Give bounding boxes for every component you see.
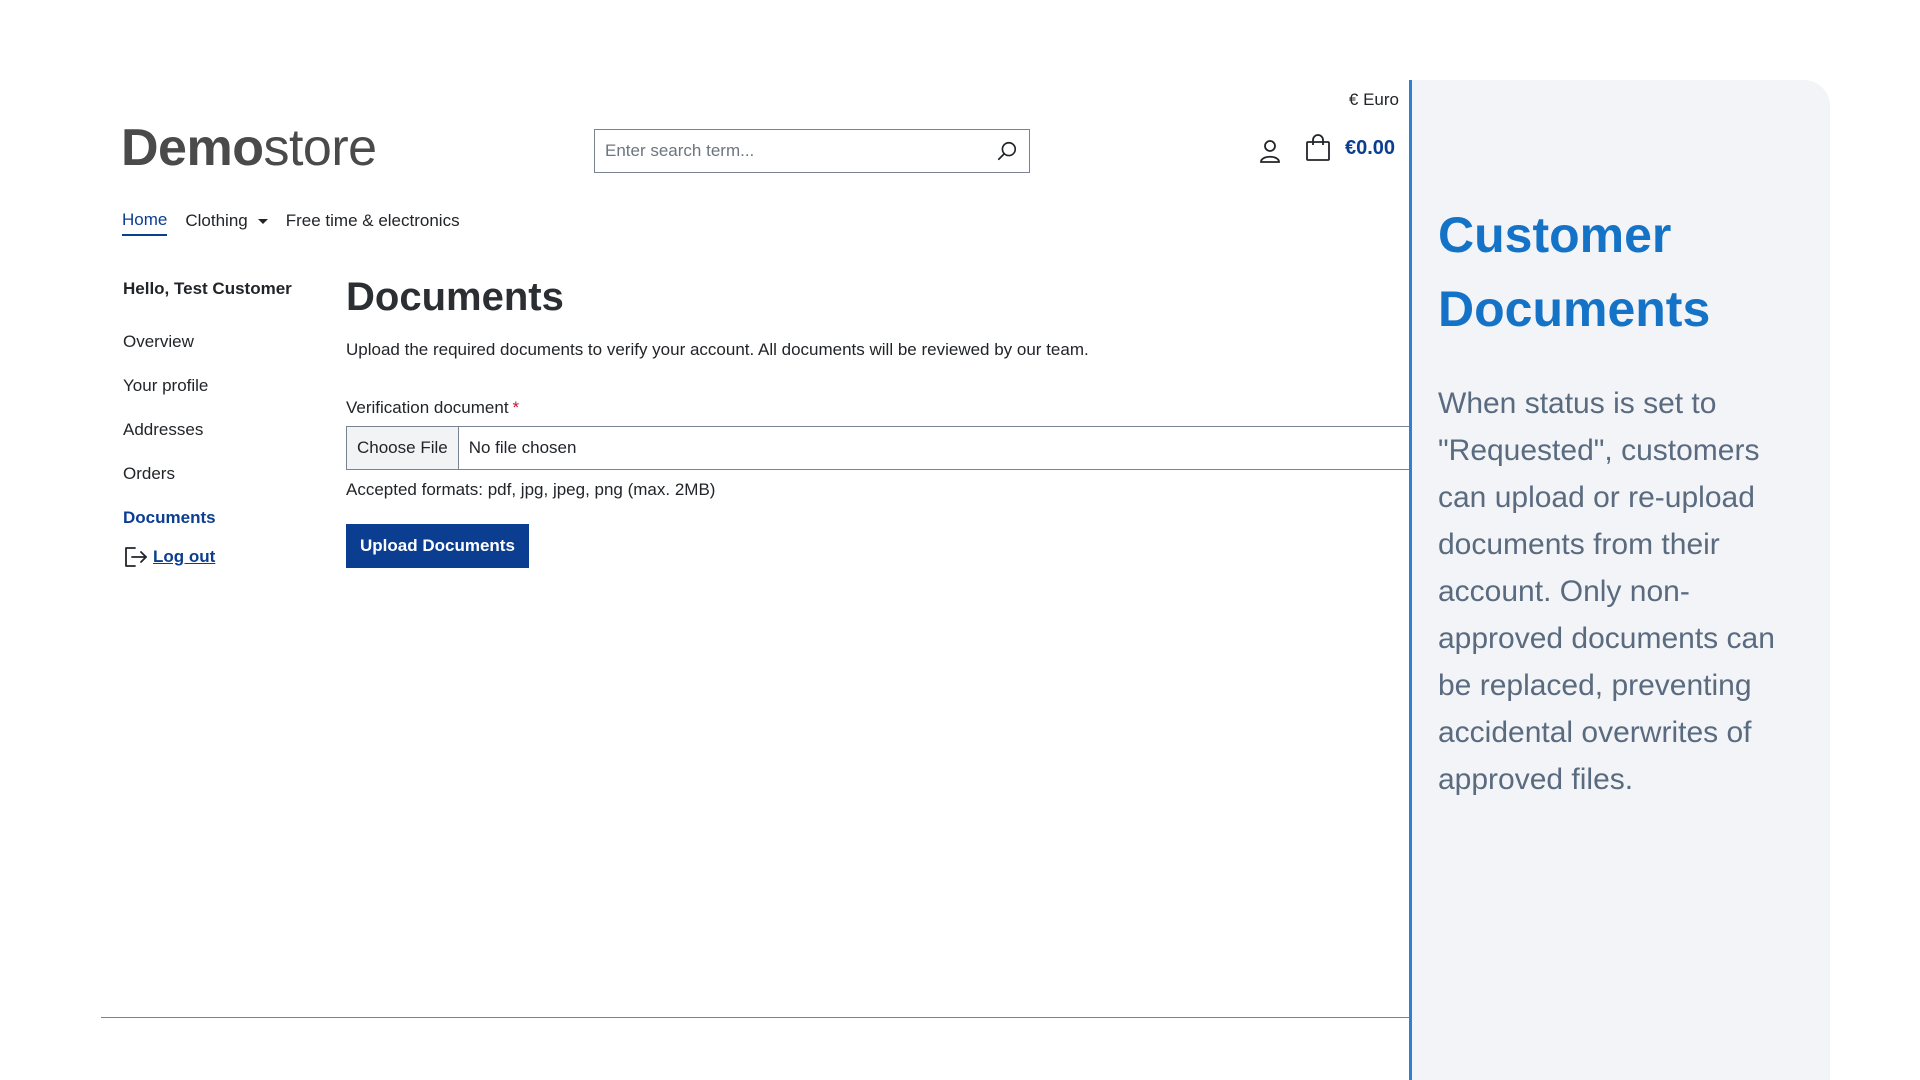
sidebar-item-addresses[interactable]: Addresses [123, 408, 303, 452]
nav-home[interactable]: Home [122, 210, 168, 236]
file-chosen-status: No file chosen [468, 438, 577, 457]
search-button[interactable] [985, 130, 1029, 172]
sidebar-item-overview[interactable]: Overview [123, 320, 303, 364]
page-intro: Upload the required documents to verify … [346, 340, 1089, 359]
sidebar-item-orders[interactable]: Orders [123, 452, 303, 496]
storefront: € Euro Demostore €0.00 Home Clothing Fre… [0, 0, 1411, 1080]
nav-clothing-label: Clothing [185, 211, 248, 230]
upload-documents-button[interactable]: Upload Documents [346, 524, 529, 568]
account-button[interactable] [1256, 137, 1284, 165]
caret-down-icon [257, 219, 268, 225]
currency-switcher[interactable]: € Euro [1349, 90, 1399, 110]
nav-free-time-electronics[interactable]: Free time & electronics [286, 211, 460, 235]
callout-title-line-2: Documents [1438, 281, 1711, 337]
accepted-formats-hint: Accepted formats: pdf, jpg, jpeg, png (m… [346, 480, 716, 499]
store-logo[interactable]: Demostore [121, 118, 377, 178]
logo-bold-text: Demo [121, 119, 264, 177]
choose-file-button[interactable]: Choose File [347, 427, 459, 469]
main-navigation: Home Clothing Free time & electronics [122, 210, 478, 236]
verification-document-label: Verification document * [346, 398, 1411, 418]
required-mark: * [512, 398, 520, 417]
logo-light-text: store [263, 119, 377, 177]
logout-link[interactable]: Log out [123, 540, 303, 574]
cart-total: €0.00 [1345, 136, 1396, 159]
search-bar [594, 129, 1030, 173]
documents-content: Documents Upload the required documents … [346, 272, 1411, 568]
logout-label: Log out [153, 547, 216, 566]
footer-divider [101, 1017, 1411, 1018]
account-greeting: Hello, Test Customer [123, 279, 292, 298]
search-input[interactable] [595, 130, 985, 172]
logout-icon [125, 547, 147, 567]
cart-button[interactable]: €0.00 [1305, 134, 1395, 162]
file-input[interactable]: Choose File No file chosen [346, 426, 1411, 470]
sidebar-item-profile[interactable]: Your profile [123, 364, 303, 408]
callout-title-line-1: Customer [1438, 207, 1672, 263]
callout-title: Customer Documents [1438, 198, 1804, 346]
search-icon [997, 141, 1017, 161]
shopping-bag-icon [1306, 134, 1330, 161]
feature-callout-panel: Customer Documents When status is set to… [1412, 80, 1830, 1080]
account-sidebar: Hello, Test Customer Overview Your profi… [123, 276, 303, 574]
callout-description: When status is set to "Requested", custo… [1438, 387, 1775, 796]
field-label-text: Verification document [346, 398, 509, 417]
page-title: Documents [346, 275, 564, 319]
sidebar-item-documents[interactable]: Documents [123, 496, 303, 540]
nav-clothing[interactable]: Clothing [185, 211, 268, 235]
user-icon [1260, 140, 1280, 163]
account-menu: Overview Your profile Addresses Orders D… [123, 320, 303, 574]
